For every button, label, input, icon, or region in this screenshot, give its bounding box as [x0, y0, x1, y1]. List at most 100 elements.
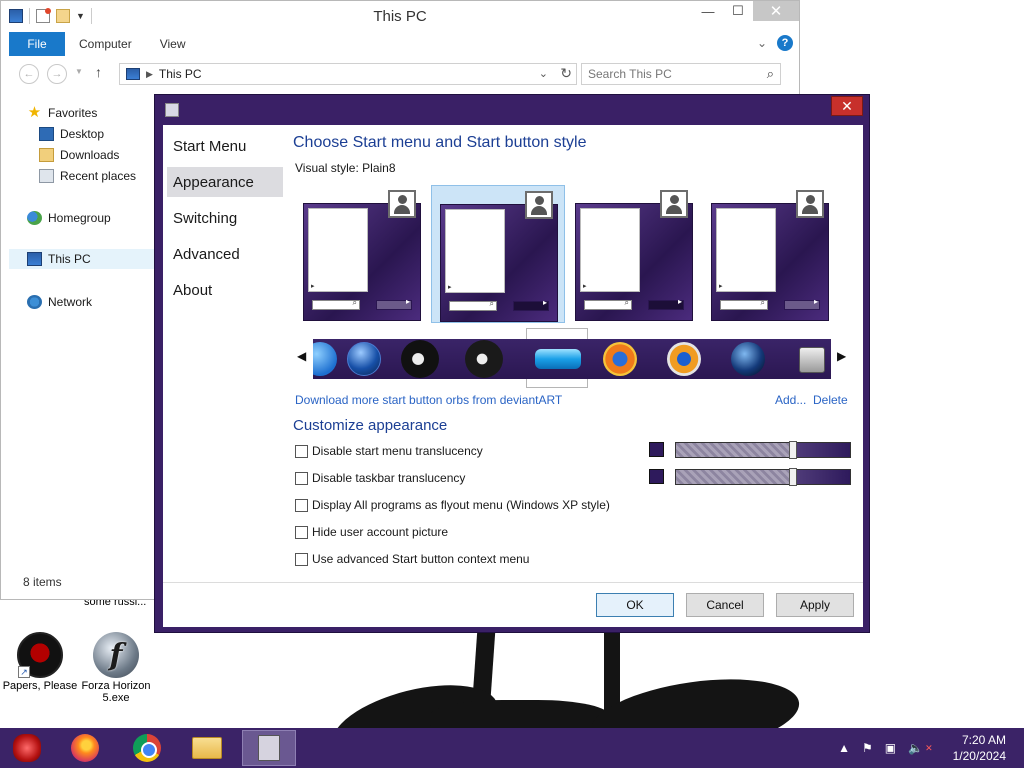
up-button[interactable]: ↑: [95, 64, 102, 80]
downloads-folder-icon: [39, 148, 54, 162]
option-hide-user-picture[interactable]: Hide user account picture: [295, 524, 448, 540]
download-orbs-link[interactable]: Download more start button orbs from dev…: [295, 393, 562, 407]
option-advanced-context-menu[interactable]: Use advanced Start button context menu: [295, 551, 529, 567]
computer-icon: [27, 252, 42, 266]
tab-view[interactable]: View: [146, 32, 200, 56]
checkbox[interactable]: [295, 471, 308, 485]
taskbar-file-explorer[interactable]: [180, 730, 234, 766]
desktop-icon-label: Forza Horizon 5.exe: [81, 680, 151, 704]
delete-orb-link[interactable]: Delete: [813, 393, 848, 407]
menu-color-swatch[interactable]: [649, 442, 664, 457]
volume-icon[interactable]: 🔈: [908, 741, 923, 755]
add-orb-link[interactable]: Add...: [775, 393, 806, 407]
address-dropdown-icon[interactable]: ⌄: [539, 67, 548, 80]
slider-thumb[interactable]: [788, 468, 797, 486]
tab-file[interactable]: File: [9, 32, 65, 56]
expand-ribbon-icon[interactable]: ⌄: [757, 36, 767, 50]
nav-item-favorites[interactable]: ★ Favorites: [27, 103, 98, 123]
windows-button-icon[interactable]: [799, 347, 825, 373]
taskbar-chrome[interactable]: [120, 730, 174, 766]
sidebar-item-about[interactable]: About: [167, 275, 283, 305]
nav-item-label: Network: [48, 295, 93, 309]
show-hidden-icons-icon[interactable]: ▲: [838, 741, 850, 755]
preview-menu-pane: [580, 208, 640, 292]
menu-translucency-slider[interactable]: [675, 441, 851, 459]
slider-thumb[interactable]: [788, 441, 797, 459]
network-status-icon[interactable]: ▣: [885, 741, 896, 755]
windows-orb-icon[interactable]: [731, 342, 765, 376]
checkbox[interactable]: [295, 525, 308, 539]
desktop-icon-forza-horizon[interactable]: f Forza Horizon 5.exe: [76, 632, 156, 704]
breadcrumb[interactable]: This PC: [159, 67, 202, 81]
sidebar-item-start-menu[interactable]: Start Menu: [167, 131, 283, 161]
taskbar-firefox[interactable]: [58, 730, 112, 766]
start-button[interactable]: [0, 730, 54, 766]
checkbox[interactable]: [295, 498, 308, 512]
style-thumbnail[interactable]: ▸: [703, 185, 837, 323]
visual-style-row: Visual style: Plain8: [295, 161, 396, 175]
close-button[interactable]: ✕: [753, 1, 799, 21]
option-label: Hide user account picture: [312, 525, 449, 539]
start-menu-preview: ▸: [711, 190, 829, 321]
explorer-titlebar[interactable]: ▼ This PC — ☐ ✕: [1, 1, 799, 31]
style-thumbnail[interactable]: ▸: [295, 185, 429, 323]
style-thumbnail-selected[interactable]: ▸: [431, 185, 565, 323]
windows-orb-icon[interactable]: [347, 342, 381, 376]
muted-icon: ✕: [925, 742, 933, 753]
ok-button[interactable]: OK: [596, 593, 674, 617]
option-disable-taskbar-translucency[interactable]: Disable taskbar translucency: [295, 470, 465, 486]
windows-orb-icon[interactable]: [401, 340, 439, 378]
cancel-button[interactable]: Cancel: [686, 593, 764, 617]
swirl-orb-icon[interactable]: [667, 342, 701, 376]
nav-item-network[interactable]: Network: [27, 292, 92, 312]
selected-orb-icon[interactable]: [535, 349, 581, 369]
option-flyout-menu[interactable]: Display All programs as flyout menu (Win…: [295, 497, 610, 513]
style-thumbnail[interactable]: ▸: [567, 185, 701, 323]
file-explorer-icon: [192, 737, 222, 759]
refresh-icon[interactable]: ↻: [560, 65, 572, 82]
dialog-titlebar[interactable]: ✕: [155, 95, 869, 125]
clock[interactable]: 7:20 AM 1/20/2024: [953, 732, 1006, 764]
nav-item-homegroup[interactable]: Homegroup: [27, 208, 111, 228]
checkbox[interactable]: [295, 552, 308, 566]
taskbar-classic-shell-settings[interactable]: [242, 730, 296, 766]
appearance-panel: Choose Start menu and Start button style…: [293, 125, 863, 577]
nav-item-desktop[interactable]: Desktop: [39, 124, 104, 144]
scroll-right-icon[interactable]: ▶: [837, 349, 846, 363]
search-input[interactable]: Search This PC ⌕: [581, 63, 781, 85]
sidebar-item-advanced[interactable]: Advanced: [167, 239, 283, 269]
tab-computer[interactable]: Computer: [65, 32, 146, 56]
taskbar-color-swatch[interactable]: [649, 469, 664, 484]
start-orb-icon[interactable]: [313, 342, 337, 376]
nav-item-recent-places[interactable]: Recent places: [39, 166, 136, 186]
option-label: Display All programs as flyout menu (Win…: [312, 498, 610, 512]
preview-arrow-icon: ▸: [583, 283, 587, 290]
back-button[interactable]: ←: [19, 64, 39, 84]
windows-orb-icon[interactable]: [465, 340, 503, 378]
preview-arrow-icon: ▸: [311, 283, 315, 290]
sidebar-item-appearance[interactable]: Appearance: [167, 167, 283, 197]
system-tray: ▲ ⚑ ▣ 🔈 ✕ 7:20 AM 1/20/2024: [838, 728, 1024, 768]
forward-button[interactable]: →: [47, 64, 67, 84]
swirl-orb-icon[interactable]: [603, 342, 637, 376]
checkbox[interactable]: [295, 444, 308, 458]
dialog-close-button[interactable]: ✕: [831, 96, 863, 116]
search-icon[interactable]: ⌕: [767, 66, 774, 82]
recent-locations-icon[interactable]: ▼: [75, 67, 83, 76]
help-icon[interactable]: ?: [777, 35, 793, 51]
action-center-flag-icon[interactable]: ⚑: [862, 741, 873, 755]
breadcrumb-separator-icon[interactable]: ▶: [146, 69, 153, 80]
minimize-button[interactable]: —: [693, 1, 723, 21]
option-disable-menu-translucency[interactable]: Disable start menu translucency: [295, 443, 483, 459]
address-bar[interactable]: ▶ This PC ⌄ ↻: [119, 63, 577, 85]
apply-button[interactable]: Apply: [776, 593, 854, 617]
window-controls: — ☐ ✕: [693, 1, 799, 21]
scroll-left-icon[interactable]: ◀: [297, 349, 306, 363]
desktop-icon-papers-please[interactable]: Papers, Please: [0, 632, 80, 692]
nav-item-this-pc[interactable]: This PC: [9, 249, 159, 269]
nav-item-downloads[interactable]: Downloads: [39, 145, 119, 165]
sidebar-item-switching[interactable]: Switching: [167, 203, 283, 233]
maximize-button[interactable]: ☐: [723, 1, 753, 21]
settings-app-icon: [258, 735, 280, 761]
taskbar-translucency-slider[interactable]: [675, 468, 851, 486]
